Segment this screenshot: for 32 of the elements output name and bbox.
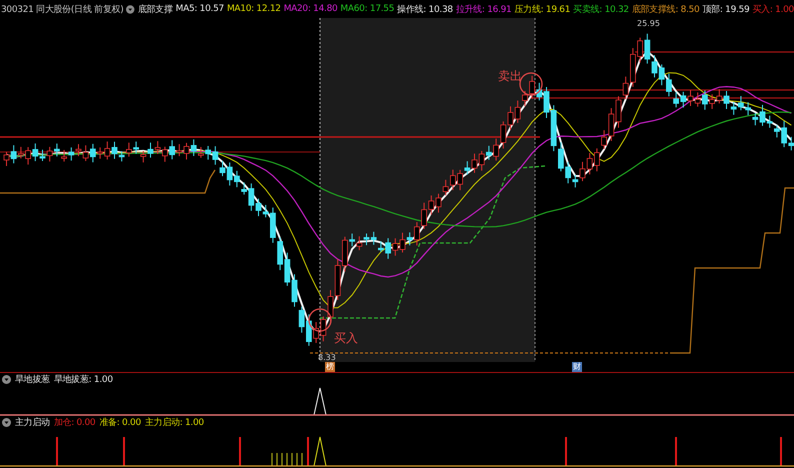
- indicator-value: 准备: 0.00: [99, 416, 141, 429]
- indicator-name: 底部支撑: [138, 4, 173, 16]
- signal-label: 买入: [334, 331, 358, 345]
- indicator-value: MA5: 10.57: [176, 4, 224, 14]
- price-high-label: 25.95: [637, 19, 660, 28]
- panel-title: 旱地拔葱: [15, 374, 50, 386]
- collapse-icon[interactable]: [2, 375, 11, 384]
- indicator-value: 主力启动: 1.00: [144, 416, 204, 429]
- indicator-value: 底部支撑线: 8.50: [632, 4, 700, 16]
- indicator-value: 压力线: 19.61: [514, 4, 570, 16]
- indicator-value: 操作线: 10.38: [397, 4, 453, 16]
- indicator-value: 拉升线: 16.91: [456, 4, 512, 16]
- stock-title: 300321 同大股份(日线 前复权): [1, 4, 124, 16]
- signal-spike: [314, 436, 326, 466]
- collapse-icon[interactable]: [2, 418, 11, 427]
- collapse-icon[interactable]: [126, 4, 135, 14]
- indicator-value: MA60: 17.55: [340, 4, 394, 14]
- signal-circle: [519, 72, 543, 96]
- signal-spike: [314, 388, 326, 416]
- panel-title: 主力启动: [15, 416, 50, 429]
- event-marker[interactable]: 榜: [325, 362, 335, 372]
- signal-circle: [308, 308, 332, 332]
- indicator-value: 加仓: 0.00: [54, 416, 96, 429]
- indicator-value: MA20: 14.80: [284, 4, 338, 14]
- indicator-value: 旱地拔葱: 1.00: [54, 374, 113, 386]
- indicator-value: 买入: 1.00: [752, 4, 794, 16]
- event-marker[interactable]: 财: [572, 362, 582, 372]
- indicator-value: 买卖线: 10.32: [573, 4, 629, 16]
- indicator-value: MA10: 12.12: [226, 4, 281, 14]
- price-low-label: 8.33: [318, 353, 336, 362]
- indicator-value: 顶部: 19.59: [702, 4, 750, 16]
- signal-label: 卖出: [498, 69, 522, 83]
